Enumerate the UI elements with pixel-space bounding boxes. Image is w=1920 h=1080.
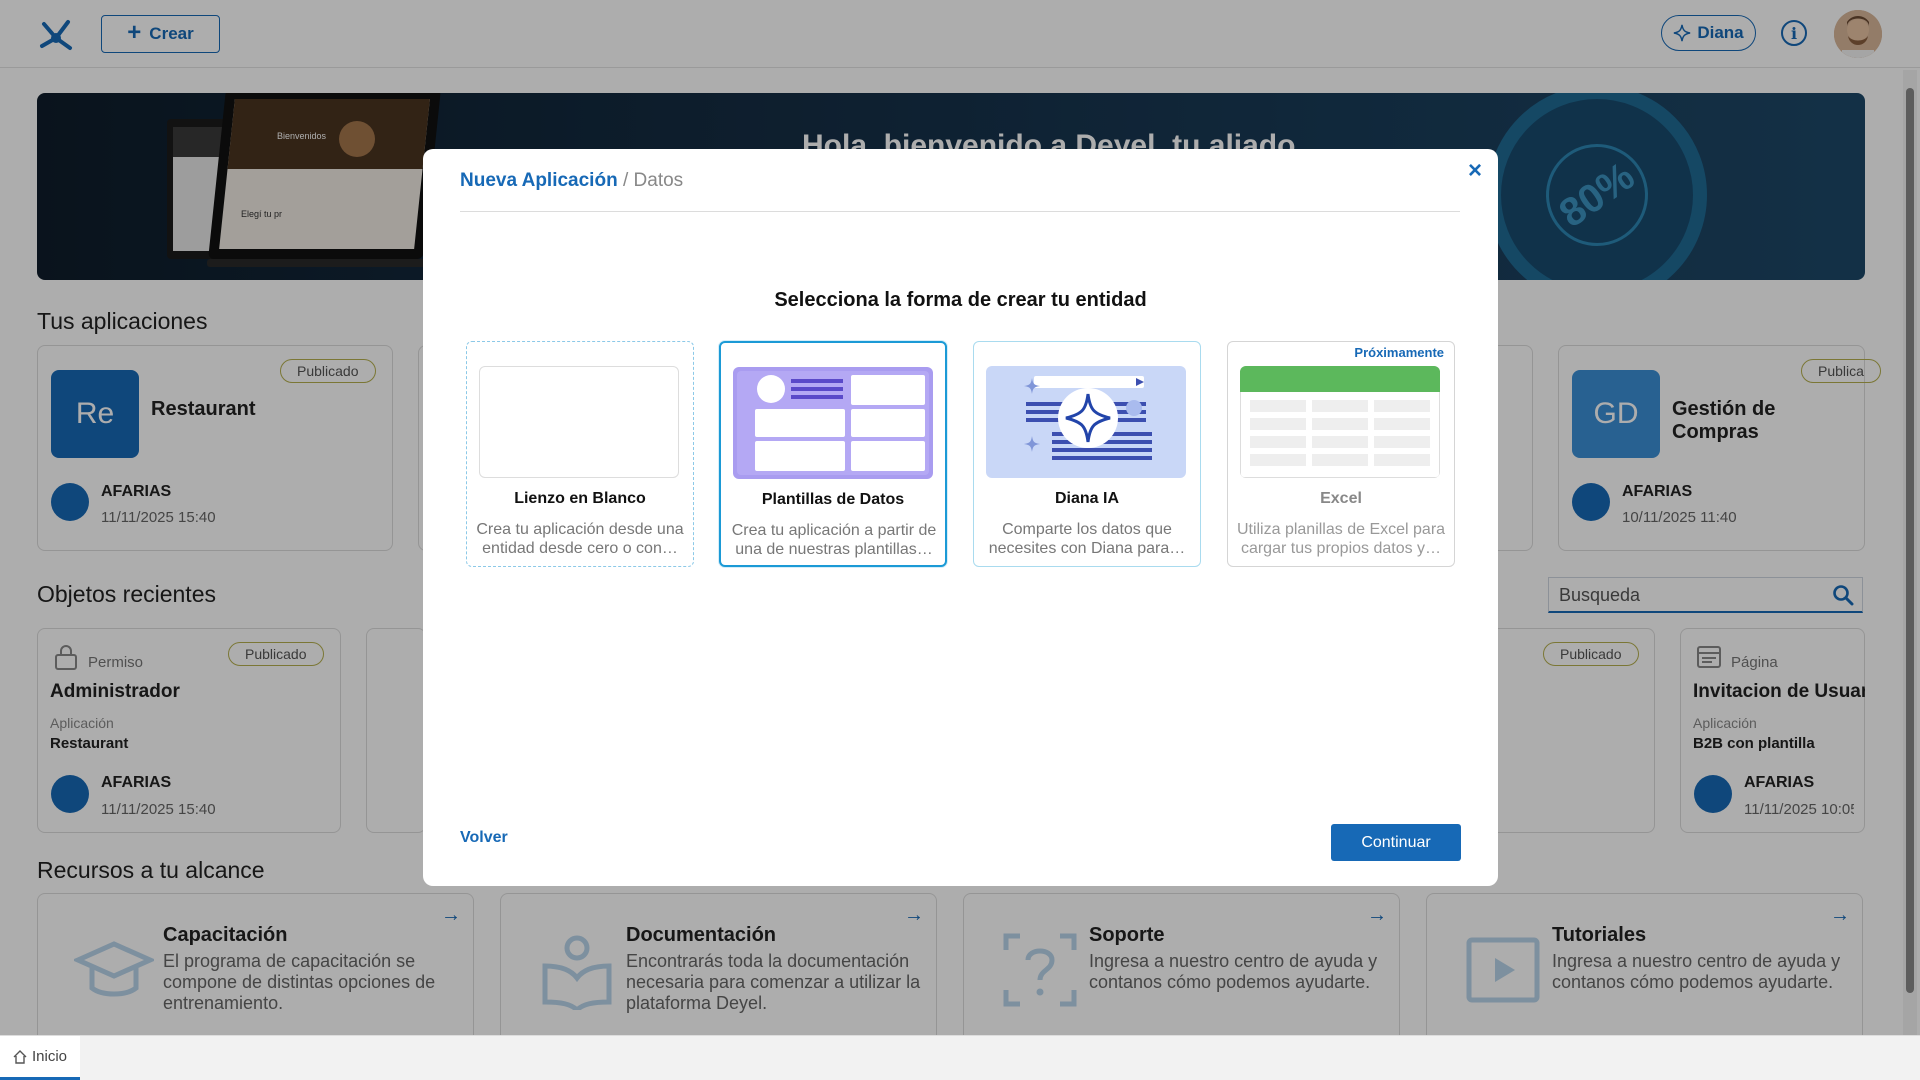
tab-inicio-label: Inicio xyxy=(31,1048,68,1065)
blank-canvas-thumbnail xyxy=(479,366,679,478)
coming-soon-label: Próximamente xyxy=(1354,345,1444,360)
option-title: Diana IA xyxy=(1054,490,1119,507)
option-excel: Próximamente Excel Utiliza planillas de … xyxy=(1227,341,1455,567)
continue-button[interactable]: Continuar xyxy=(1331,824,1461,861)
option-description: Crea tu aplicación desde una entidad des… xyxy=(476,521,684,557)
option-data-templates[interactable]: Plantillas de Datos Crea tu aplicación a… xyxy=(719,341,947,567)
option-description: Comparte los datos que necesites con Dia… xyxy=(988,521,1186,557)
breadcrumb-current: Datos xyxy=(633,170,684,191)
option-diana-ia[interactable]: Diana IA Comparte los datos que necesite… xyxy=(973,341,1201,567)
breadcrumb-main[interactable]: Nueva Aplicación xyxy=(460,170,618,191)
option-title: Lienzo en Blanco xyxy=(514,490,646,507)
option-description: Crea tu aplicación a partir de una de nu… xyxy=(731,522,937,558)
close-icon[interactable]: × xyxy=(1468,157,1482,185)
home-icon xyxy=(13,1049,27,1064)
new-app-modal: × Nueva Aplicación / Datos Selecciona la… xyxy=(423,149,1498,886)
modal-heading: Selecciona la forma de crear tu entidad xyxy=(774,289,1147,311)
spreadsheet-icon xyxy=(1240,366,1440,478)
back-button[interactable]: Volver xyxy=(460,829,508,847)
option-blank-canvas[interactable]: Lienzo en Blanco Crea tu aplicación desd… xyxy=(466,341,694,567)
diana-ai-sparkle-icon xyxy=(986,366,1186,478)
breadcrumb: Nueva Aplicación / Datos xyxy=(460,170,683,192)
tab-inicio[interactable]: Inicio xyxy=(0,1036,80,1080)
option-title: Plantillas de Datos xyxy=(761,491,905,508)
option-description: Utiliza planillas de Excel para cargar t… xyxy=(1236,521,1446,557)
option-title: Excel xyxy=(1320,490,1362,507)
bottom-tab-bar: Inicio xyxy=(0,1035,1920,1080)
breadcrumb-separator: / xyxy=(622,170,629,191)
modal-divider xyxy=(460,211,1460,212)
template-grid-icon xyxy=(733,367,933,479)
